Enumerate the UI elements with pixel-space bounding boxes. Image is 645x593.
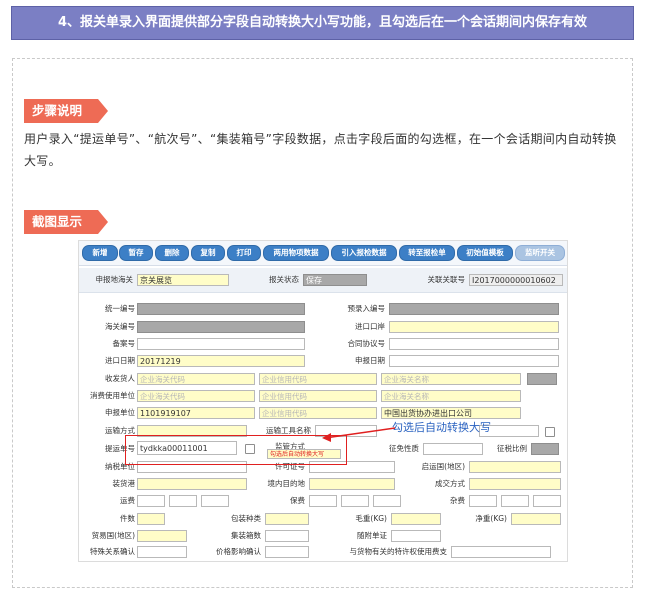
- annotation-arrow: [322, 427, 396, 442]
